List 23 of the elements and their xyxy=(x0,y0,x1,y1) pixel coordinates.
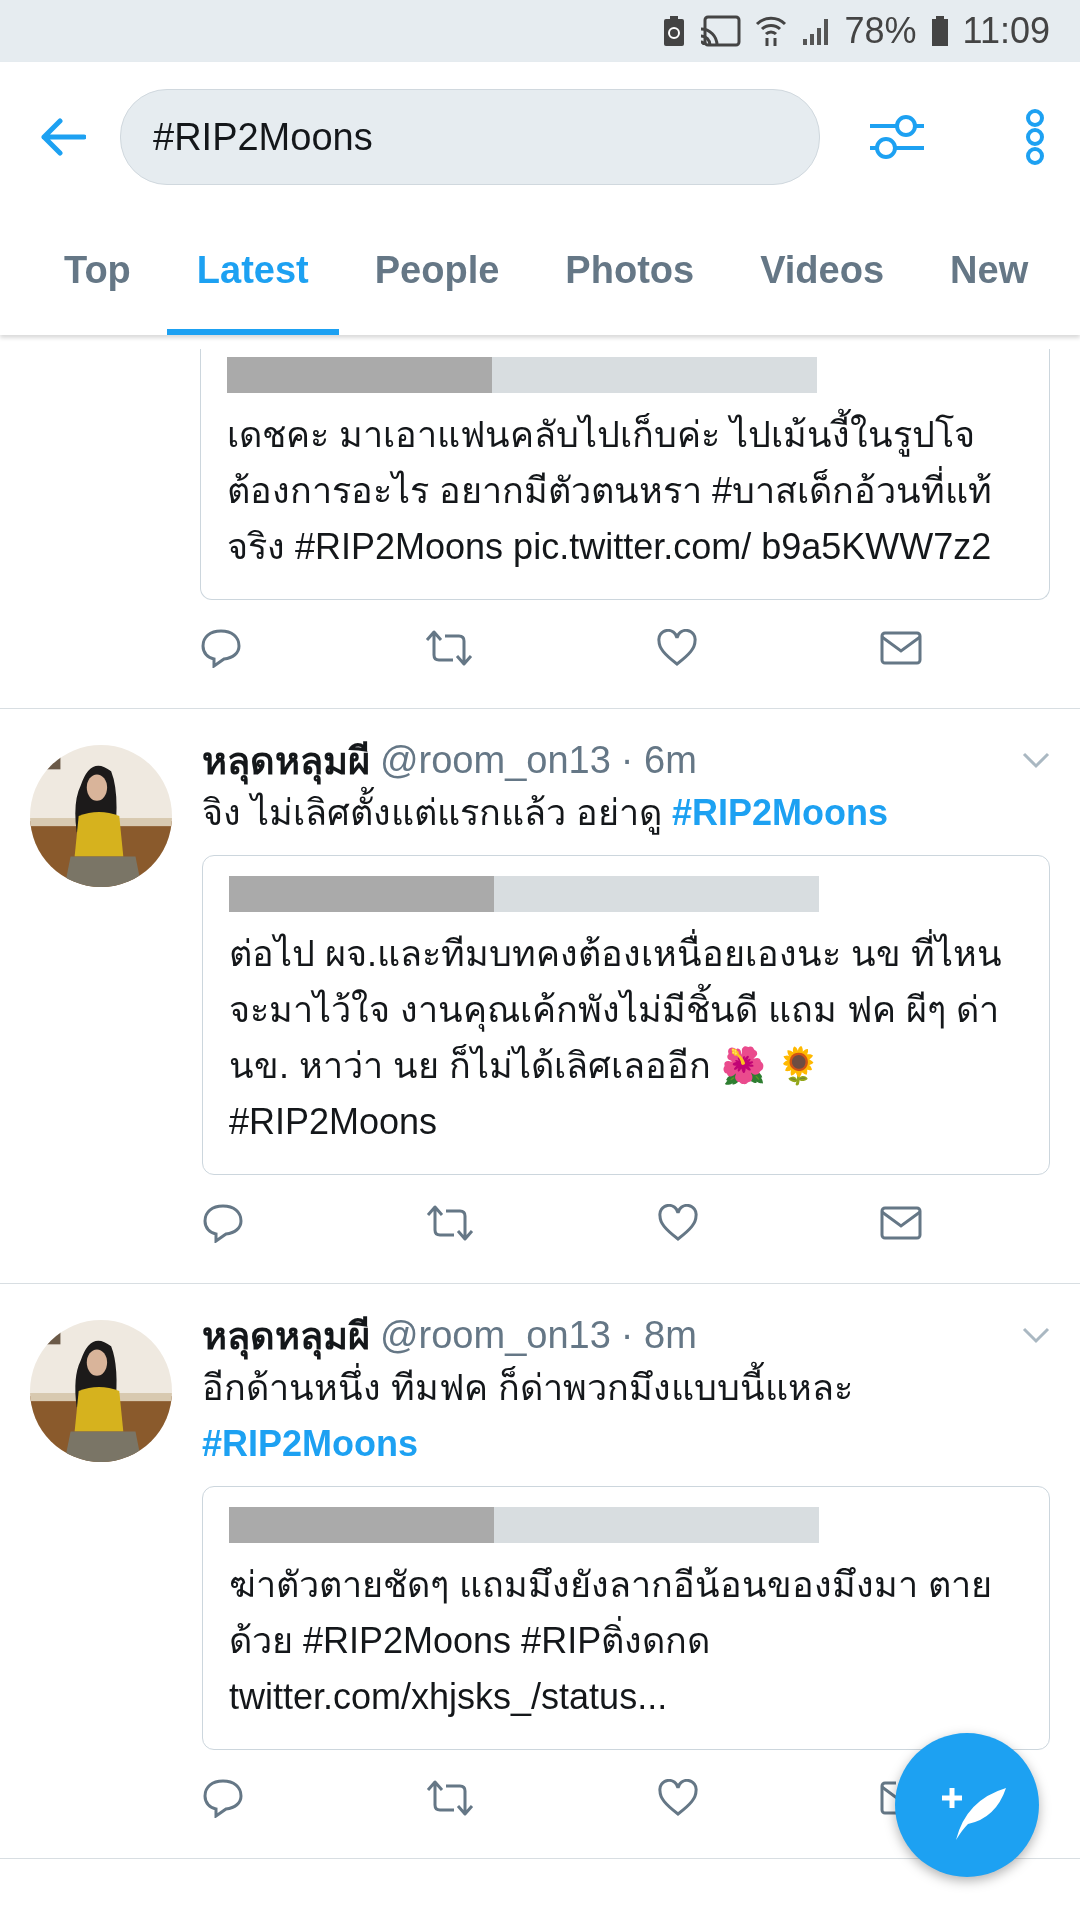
tab[interactable]: People xyxy=(344,212,530,335)
quoted-tweet[interactable]: ฆ่าตัวตายชัดๆ แถมมึงยังลากอีน้อนของมึงมา ตายด้วย #RIP2Moons #RIPติ่งดกด twitter.com/xhjsks_/status... xyxy=(202,1486,1050,1750)
tweet-text: จิง ไม่เลิศตั้งแต่แรกแล้ว อย่าดู #RIP2Moons xyxy=(202,785,1050,841)
tweet-time: · 8m xyxy=(620,1313,697,1357)
tab[interactable]: Latest xyxy=(166,212,339,335)
author-handle: @room_on13 xyxy=(380,738,611,782)
tab[interactable]: Top xyxy=(34,212,161,335)
hashtag-link[interactable]: #RIP2Moons xyxy=(202,1423,419,1464)
quoted-tweet[interactable]: เดชคะ มาเอาแฟนคลับไปเก็บค่ะ ไปเม้นงี้ในรูปโจ ต้องการอะไร อยากมีตัวตนหรา #บาสเด็กอ้วนที่แท้จริง #RIP2Moons pic.twitter.com/ b9a5KWW7z2 xyxy=(200,349,1050,600)
battery-percentage: 78% xyxy=(844,10,917,52)
tab[interactable]: Videos xyxy=(730,212,915,335)
tweet-time: · 6m xyxy=(620,738,697,782)
tab[interactable]: Photos xyxy=(535,212,725,335)
quoted-tweet-text: ฆ่าตัวตายชัดๆ แถมมึงยังลากอีน้อนของมึงมา ตายด้วย #RIP2Moons #RIPติ่งดกด twitter.com/xhjsks_/status... xyxy=(229,1563,993,1719)
author-handle: @room_on13 xyxy=(380,1313,611,1357)
search-field[interactable]: #RIP2Moons xyxy=(120,89,820,185)
quoted-tweet-text: เดชคะ มาเอาแฟนคลับไปเก็บค่ะ ไปเม้นงี้ในรูปโจ ต้องการอะไร อยากมีตัวตนหรา #บาสเด็กอ้วนที่แท้จริง #RIP2Moons pic.twitter.com/ b9a5KWW7z2 xyxy=(227,407,1023,575)
quoted-tweet[interactable]: ต่อไป ผจ.และทีมบทคงต้องเหนื่อยเองนะ นข ที่ไหนจะมาไว้ใจ งานคุณเค้กพังไม่มีชิ้นดี แถม ฟค ผีๆ ด่า นข. หาว่า นย ก็ไม่ได้เลิศเลออีก 🌺 🌻 #RIP2Moons xyxy=(202,855,1050,1175)
tweet-text: อีกด้านหนึ่ง ทีมฟค ก็ด่าพวกมึงแบบนี้แหละ #RIP2Moons xyxy=(202,1360,1050,1472)
clock: 11:09 xyxy=(962,10,1050,52)
tab[interactable]: New xyxy=(920,212,1059,335)
hashtag-link[interactable]: #RIP2Moons xyxy=(672,792,889,833)
quoted-tweet-text: ต่อไป ผจ.และทีมบทคงต้องเหนื่อยเองนะ นข ที่ไหนจะมาไว้ใจ งานคุณเค้กพังไม่มีชิ้นดี แถม ฟค ผีๆ ด่า นข. หาว่า นย ก็ไม่ได้เลิศเลออีก 🌺 🌻 #RIP2Moons xyxy=(229,926,1023,1150)
